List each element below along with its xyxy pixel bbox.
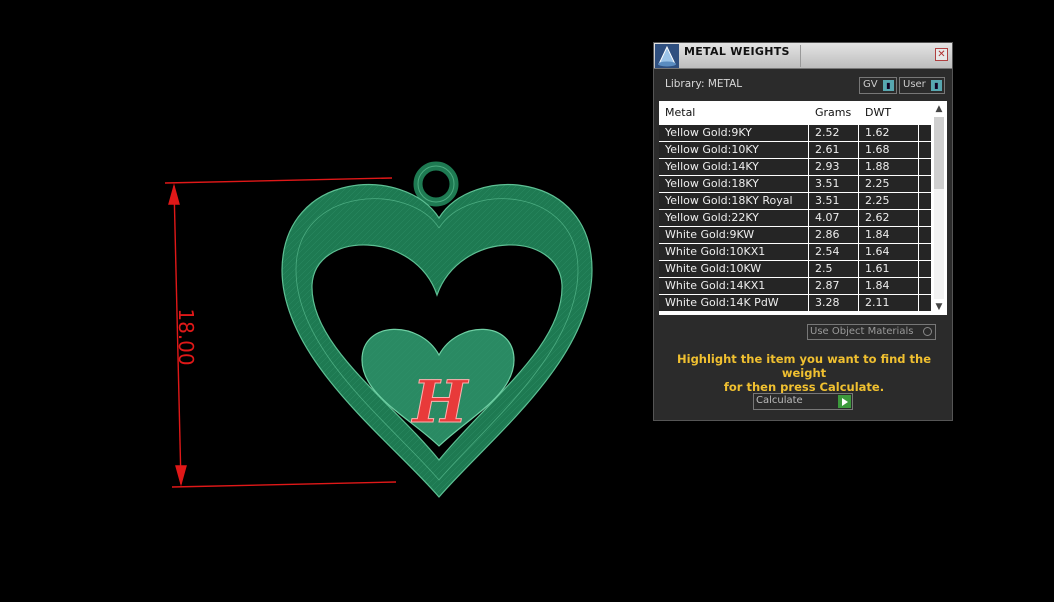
scroll-thumb[interactable]	[934, 117, 944, 189]
calculate-button[interactable]: Calculate	[753, 393, 853, 410]
3d-viewport[interactable]: H 18.00	[0, 0, 640, 602]
table-row[interactable]: White Gold:10KW 2.5 1.61	[659, 261, 931, 278]
library-label: Library: METAL	[665, 78, 743, 90]
grams-cell: 2.54	[815, 245, 840, 258]
dimension-label: 18.00	[174, 308, 198, 365]
title-divider	[800, 45, 801, 67]
use-object-materials-label: Use Object Materials	[810, 326, 914, 337]
dwt-cell: 2.11	[865, 296, 890, 309]
panel-title: METAL WEIGHTS	[684, 45, 790, 58]
table-row[interactable]: Yellow Gold:18KY Royal 3.51 2.25	[659, 193, 931, 210]
table-scrollbar[interactable]: ▲ ▼	[931, 101, 947, 315]
dwt-cell: 1.61	[865, 262, 890, 275]
table-row[interactable]: Yellow Gold:18KY 3.51 2.25	[659, 176, 931, 193]
grams-cell: 2.5	[815, 262, 833, 275]
column-header-dwt[interactable]: DWT	[865, 106, 891, 119]
table-row[interactable]: White Gold:14KX1 2.87 1.84	[659, 278, 931, 295]
column-divider	[808, 101, 809, 315]
table-body: Yellow Gold:9KY 2.52 1.62 Yellow Gold:10KY 2…	[659, 125, 931, 312]
play-icon	[838, 395, 851, 408]
table-row[interactable]: Yellow Gold:14KY 2.93 1.88	[659, 159, 931, 176]
user-label: User	[903, 79, 926, 90]
grams-cell: 4.07	[815, 211, 840, 224]
metal-cell: Yellow Gold:22KY	[665, 211, 759, 224]
instruction-line-2: for then press Calculate.	[723, 380, 885, 394]
table-row[interactable]: Yellow Gold:10KY 2.61 1.68	[659, 142, 931, 159]
dwt-cell: 2.25	[865, 177, 890, 190]
scroll-up-icon[interactable]: ▲	[933, 103, 945, 115]
user-toggle[interactable]: User ▮	[899, 77, 945, 94]
panel-titlebar[interactable]: METAL WEIGHTS ✕	[654, 43, 952, 69]
metal-cell: White Gold:10KX1	[665, 245, 766, 258]
metal-cell: White Gold:10KW	[665, 262, 762, 275]
metal-cell: Yellow Gold:18KY Royal	[665, 194, 793, 207]
scroll-down-icon[interactable]: ▼	[933, 301, 945, 313]
engraving-letter: H	[411, 368, 470, 436]
grams-cell: 2.86	[815, 228, 840, 241]
metal-cell: White Gold:9KW	[665, 228, 755, 241]
gv-toggle[interactable]: GV ▮	[859, 77, 897, 94]
grams-cell: 2.61	[815, 143, 840, 156]
grams-cell: 3.28	[815, 296, 840, 309]
toggle-knob-icon: ▮	[883, 80, 894, 91]
dwt-cell: 1.84	[865, 279, 890, 292]
metal-cell: Yellow Gold:14KY	[665, 160, 759, 173]
column-header-metal[interactable]: Metal	[665, 106, 695, 119]
table-row[interactable]: White Gold:10KX1 2.54 1.64	[659, 244, 931, 261]
metal-cell: White Gold:14K PdW	[665, 296, 779, 309]
column-header-grams[interactable]: Grams	[815, 106, 851, 119]
dwt-cell: 1.64	[865, 245, 890, 258]
grams-cell: 2.93	[815, 160, 840, 173]
dwt-cell: 2.62	[865, 211, 890, 224]
table-row[interactable]: Yellow Gold:22KY 4.07 2.62	[659, 210, 931, 227]
grams-cell: 2.52	[815, 126, 840, 139]
table-header: Metal Grams DWT	[659, 101, 931, 124]
column-divider	[858, 101, 859, 315]
instruction-line-1: Highlight the item you want to find the …	[677, 352, 931, 380]
metals-table[interactable]: Metal Grams DWT Yellow Gold:9KY 2.52 1.62 Y…	[659, 101, 947, 315]
radio-icon	[923, 327, 932, 336]
metal-weights-panel: METAL WEIGHTS ✕ Library: METAL GV ▮ User…	[653, 42, 953, 421]
column-divider	[918, 101, 919, 315]
metal-cell: Yellow Gold:10KY	[665, 143, 759, 156]
calculate-label: Calculate	[756, 395, 803, 406]
dwt-cell: 1.68	[865, 143, 890, 156]
dwt-cell: 2.25	[865, 194, 890, 207]
grams-cell: 3.51	[815, 177, 840, 190]
model-canvas: H 18.00	[164, 161, 593, 498]
grams-cell: 3.51	[815, 194, 840, 207]
gv-label: GV	[863, 79, 878, 90]
dwt-cell: 1.84	[865, 228, 890, 241]
metal-cell: Yellow Gold:18KY	[665, 177, 759, 190]
app-logo-icon	[655, 44, 679, 68]
dwt-cell: 1.88	[865, 160, 890, 173]
close-button[interactable]: ✕	[935, 48, 948, 61]
metal-cell: White Gold:14KX1	[665, 279, 766, 292]
table-row[interactable]: Yellow Gold:9KY 2.52 1.62	[659, 125, 931, 142]
use-object-materials-toggle[interactable]: Use Object Materials	[807, 324, 936, 340]
table-row[interactable]: White Gold:9KW 2.86 1.84	[659, 227, 931, 244]
metal-cell: Yellow Gold:9KY	[665, 126, 752, 139]
instruction-text: Highlight the item you want to find the …	[664, 352, 944, 394]
dwt-cell: 1.62	[865, 126, 890, 139]
table-row[interactable]: White Gold:14K PdW 3.28 2.11	[659, 295, 931, 312]
toggle-knob-icon: ▮	[931, 80, 942, 91]
grams-cell: 2.87	[815, 279, 840, 292]
close-icon: ✕	[937, 49, 946, 60]
